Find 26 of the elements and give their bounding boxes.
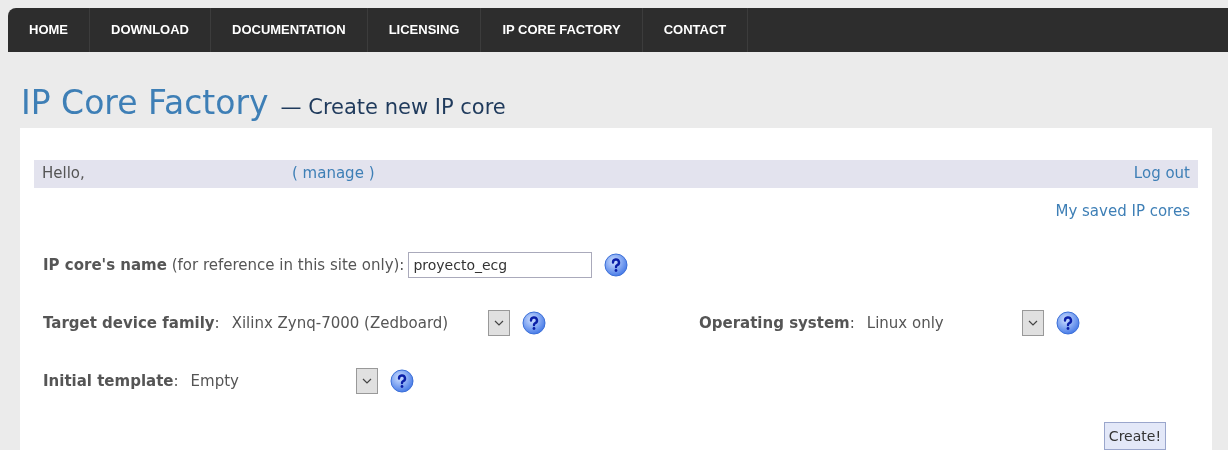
name-input[interactable]: proyecto_ecg <box>408 252 593 278</box>
page-title: IP Core Factory <box>21 86 269 119</box>
nav-link[interactable]: DOCUMENTATION <box>211 8 368 52</box>
chevron-down-icon <box>361 378 372 384</box>
field-label: Target device family: <box>43 312 220 334</box>
dropdown[interactable]: Xilinx Zynq-7000 (Zedboard) <box>231 310 510 336</box>
page-subtitle: — Create new IP core <box>280 94 506 121</box>
help-icon[interactable] <box>604 253 629 277</box>
nav-link[interactable]: IP CORE FACTORY <box>481 8 643 52</box>
help-icon[interactable] <box>1055 311 1080 335</box>
chevron-down-icon <box>1027 320 1038 326</box>
dropdown[interactable]: Linux only <box>866 310 1044 336</box>
help-icon[interactable] <box>389 369 414 393</box>
field-label: IP core's name (for reference in this site only): <box>43 254 405 276</box>
field-label: Initial template: <box>43 370 179 392</box>
create-button[interactable]: Create! <box>1103 422 1166 450</box>
nav-link[interactable]: DOWNLOAD <box>90 8 211 52</box>
help-icon[interactable] <box>521 311 546 335</box>
nav-link[interactable]: LICENSING <box>367 8 482 52</box>
greeting-text: Hello, <box>42 163 86 185</box>
chevron-down-icon <box>493 320 504 326</box>
nav-link[interactable]: CONTACT <box>642 8 749 52</box>
saved-cores-link[interactable]: My saved IP cores <box>1055 199 1190 222</box>
nav-link[interactable]: HOME <box>8 8 90 52</box>
dropdown[interactable]: Empty <box>190 368 378 394</box>
field-label: Operating system: <box>699 312 855 334</box>
